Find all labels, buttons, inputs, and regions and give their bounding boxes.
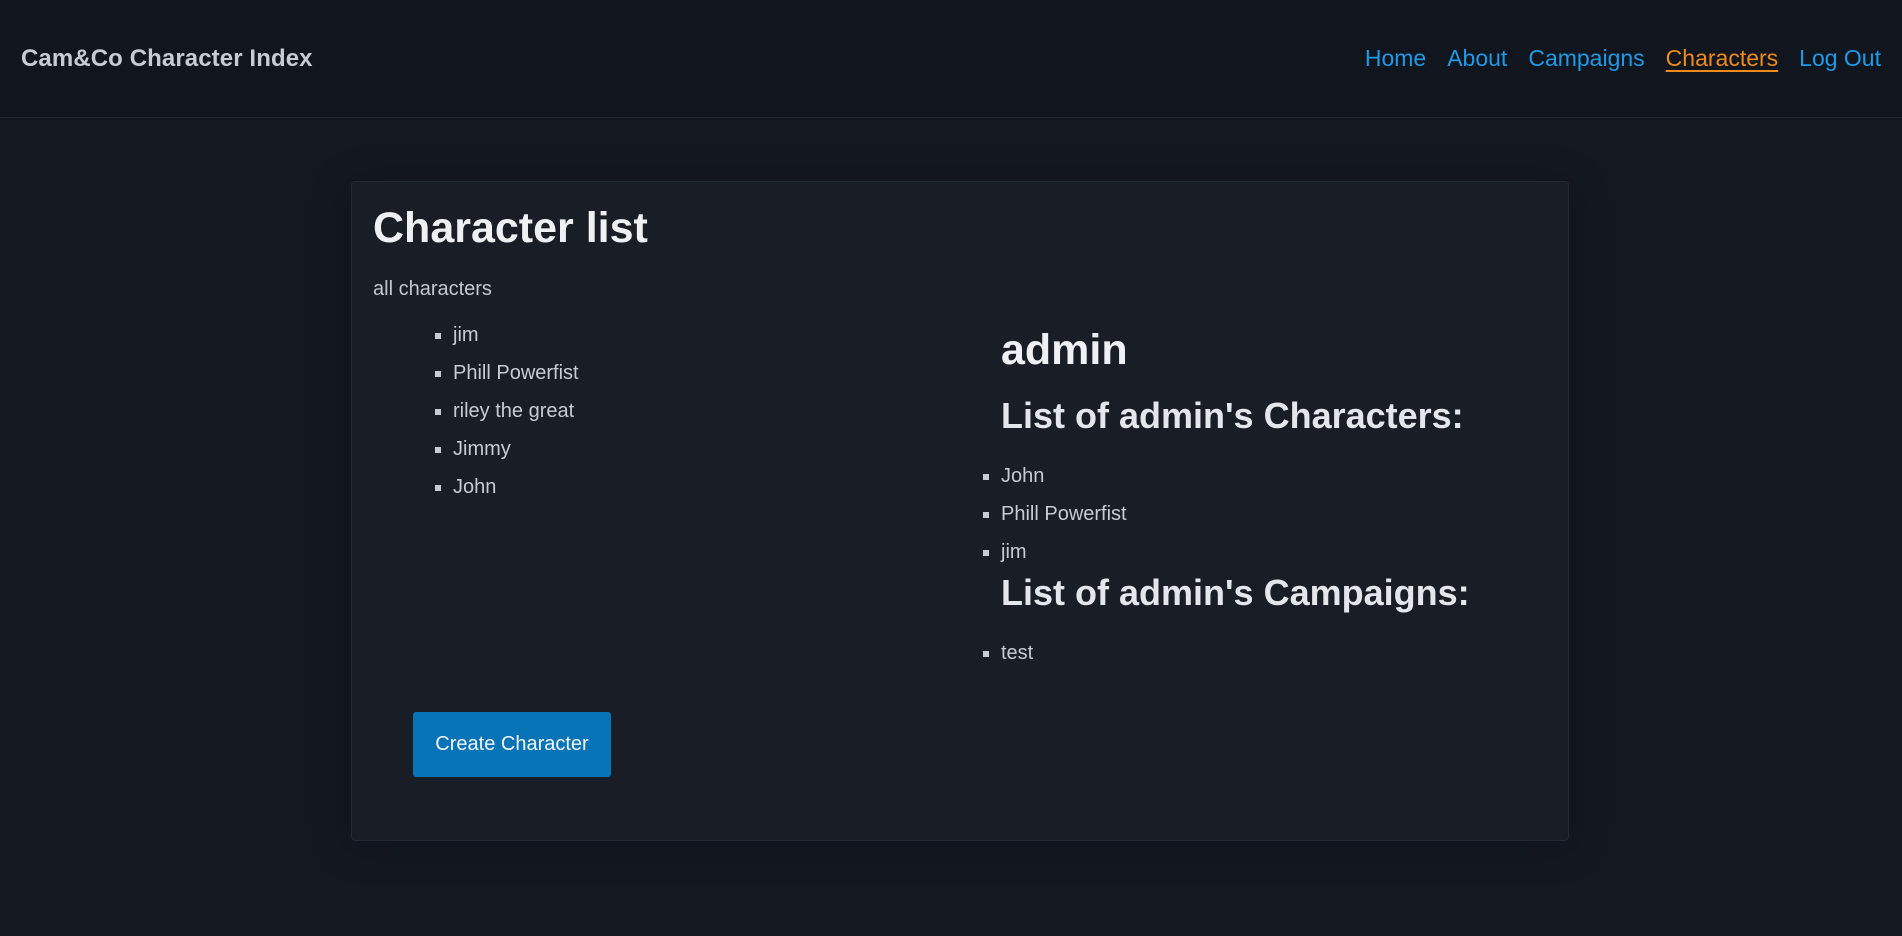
nav-link-characters[interactable]: Characters (1666, 45, 1778, 72)
character-list-item[interactable]: riley the great (435, 399, 579, 437)
page-subtitle: all characters (373, 278, 492, 300)
nav-link-log-out[interactable]: Log Out (1799, 45, 1881, 72)
character-list-item[interactable]: Jimmy (435, 437, 579, 475)
page-title: Character list (373, 204, 648, 252)
profile-username: admin (1001, 326, 1128, 374)
user-character-item[interactable]: Phill Powerfist (983, 502, 1127, 540)
navbar: Cam&Co Character Index Home About Campai… (0, 0, 1902, 118)
user-character-item[interactable]: John (983, 464, 1127, 502)
character-list-item[interactable]: John (435, 475, 579, 513)
create-character-button[interactable]: Create Character (413, 712, 611, 777)
nav-link-about[interactable]: About (1447, 45, 1507, 72)
character-list-item[interactable]: Phill Powerfist (435, 361, 579, 399)
user-campaigns-list: test (983, 641, 1033, 679)
brand-logo-text[interactable]: Cam&Co Character Index (21, 45, 313, 73)
nav-link-home[interactable]: Home (1365, 45, 1426, 72)
all-characters-list: jim Phill Powerfist riley the great Jimm… (435, 323, 579, 513)
user-campaign-item[interactable]: test (983, 641, 1033, 679)
character-list-card: Character list all characters jim Phill … (351, 181, 1569, 841)
nav-links: Home About Campaigns Characters Log Out (1365, 45, 1902, 72)
user-campaigns-heading: List of admin's Campaigns: (1001, 572, 1470, 613)
nav-link-campaigns[interactable]: Campaigns (1528, 45, 1644, 72)
user-characters-list: John Phill Powerfist jim (983, 464, 1127, 578)
character-list-item[interactable]: jim (435, 323, 579, 361)
user-characters-heading: List of admin's Characters: (1001, 395, 1464, 436)
